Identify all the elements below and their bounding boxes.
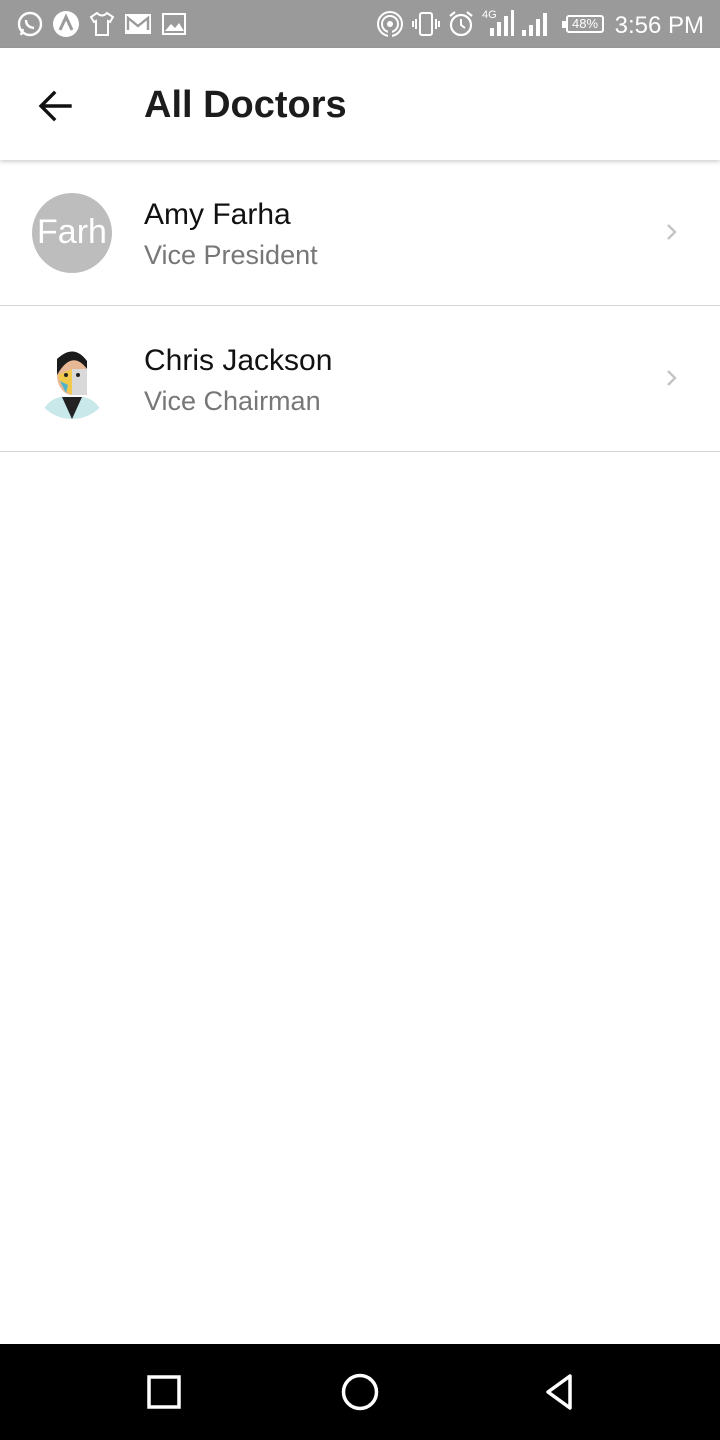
arrow-left-icon [38, 90, 72, 122]
back-triangle-icon [546, 1374, 572, 1410]
hotspot-icon [377, 11, 403, 38]
battery-level: 48% [571, 16, 599, 31]
doctor-name: Chris Jackson [144, 344, 333, 377]
chevron-right-icon [667, 370, 677, 386]
app-bar: All Doctors [0, 48, 720, 160]
status-bar: 4G 48% 3:56 PM [0, 0, 720, 48]
doctor-list: Farh Amy Farha Vice President Chris Jack… [0, 160, 720, 452]
doctor-title: Vice Chairman [144, 386, 321, 416]
gmail-icon [125, 14, 151, 34]
avatar-initials: Farh [37, 213, 107, 251]
battery-icon: 48% [562, 15, 604, 33]
app-icon [53, 11, 79, 37]
doctor-title: Vice President [144, 240, 318, 270]
avatar-photo [32, 339, 112, 419]
doctor-name: Amy Farha [144, 198, 291, 231]
avatar [32, 339, 112, 419]
chevron-right-icon [667, 224, 677, 240]
navigation-bar [0, 1344, 720, 1440]
home-icon [341, 1373, 379, 1411]
shirt-icon [89, 11, 115, 36]
alarm-icon [449, 11, 473, 37]
gallery-icon [162, 13, 186, 35]
status-time: 3:56 PM [614, 12, 704, 39]
avatar: Farh [32, 193, 112, 273]
list-item[interactable]: Farh Amy Farha Vice President [0, 160, 720, 306]
signal-icon [522, 13, 547, 36]
home-button[interactable] [340, 1372, 380, 1412]
recents-icon [147, 1375, 181, 1409]
whatsapp-icon [17, 11, 43, 37]
back-nav-button[interactable] [540, 1372, 580, 1412]
recents-button[interactable] [144, 1372, 184, 1412]
back-button[interactable] [30, 80, 82, 132]
vibrate-icon [412, 12, 440, 36]
page-title: All Doctors [144, 84, 347, 126]
signal-icon [490, 10, 514, 36]
list-item[interactable]: Chris Jackson Vice Chairman [0, 306, 720, 452]
